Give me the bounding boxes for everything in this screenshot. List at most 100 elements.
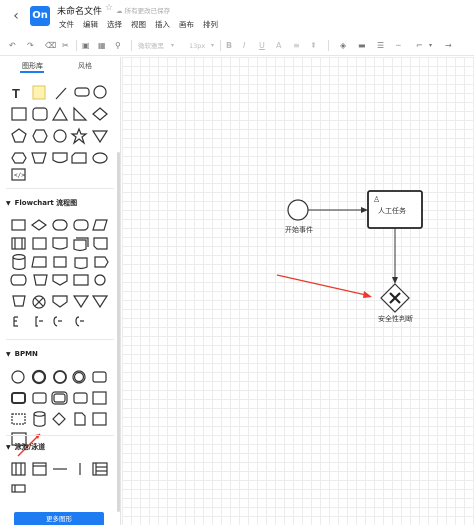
image-icon[interactable]: ▣ bbox=[82, 40, 90, 52]
more-shapes-button[interactable]: 更多图形 bbox=[14, 512, 104, 525]
menu-select[interactable]: 选择 bbox=[107, 19, 122, 30]
fc-offpage-shape[interactable] bbox=[52, 274, 68, 286]
line-color-icon[interactable]: ▬ bbox=[358, 40, 366, 52]
fc-data-shape[interactable] bbox=[92, 219, 108, 231]
fc-manual-operation-shape[interactable] bbox=[33, 274, 48, 286]
fc-offpage-connector-shape[interactable] bbox=[52, 295, 68, 308]
bpmn-intermediate-event-shape[interactable] bbox=[53, 370, 67, 384]
section-header-swimlane[interactable]: ▼ 泳池/泳道 bbox=[6, 442, 45, 452]
inverted-triangle-shape[interactable] bbox=[91, 130, 109, 144]
fc-stored-data-shape[interactable] bbox=[74, 257, 88, 270]
hexagon-shape[interactable] bbox=[32, 129, 48, 143]
start-event-node[interactable] bbox=[287, 199, 309, 221]
fc-extract-shape[interactable] bbox=[91, 295, 109, 309]
fc-brace-shape[interactable] bbox=[53, 316, 62, 327]
bpmn-group-shape[interactable] bbox=[11, 413, 26, 425]
fc-display-shape[interactable] bbox=[73, 274, 89, 286]
menu-edit[interactable]: 编辑 bbox=[83, 19, 98, 30]
fc-annotation-shape[interactable] bbox=[13, 316, 18, 327]
menu-insert[interactable]: 插入 bbox=[155, 19, 170, 30]
line-style-icon[interactable]: ┄ bbox=[396, 40, 401, 52]
fc-connector-shape[interactable] bbox=[94, 274, 106, 286]
bpmn-adhoc-shape[interactable] bbox=[92, 391, 107, 405]
fc-alternate-process-shape[interactable] bbox=[73, 219, 89, 231]
fc-loop-limit-shape[interactable] bbox=[12, 295, 26, 307]
undo-icon[interactable]: ↶ bbox=[9, 40, 16, 52]
align-icon[interactable]: ≡ bbox=[293, 40, 300, 52]
diamond-shape[interactable] bbox=[92, 107, 108, 121]
underline-icon[interactable]: U bbox=[259, 40, 265, 52]
bpmn-event-subprocess-shape[interactable] bbox=[73, 392, 88, 404]
bpmn-data-object-shape[interactable] bbox=[74, 412, 86, 426]
fc-process-shape[interactable] bbox=[11, 219, 26, 231]
line-width-icon[interactable]: ☰ bbox=[377, 40, 384, 52]
diagram-canvas[interactable]: ♙ 开始事件 人工任务 安全性判断 bbox=[122, 57, 474, 525]
triangle-shape[interactable] bbox=[51, 106, 69, 121]
fc-predefined-shape[interactable] bbox=[11, 237, 26, 250]
section-header-bpmn[interactable]: ▼ BPMN bbox=[6, 350, 38, 358]
fc-decision-shape[interactable] bbox=[30, 219, 48, 231]
fill-color-icon[interactable]: ◈ bbox=[340, 40, 346, 52]
pool-horizontal-shape[interactable] bbox=[32, 462, 47, 476]
lane-table-shape[interactable] bbox=[92, 462, 108, 476]
fc-brace-alt-shape[interactable] bbox=[75, 316, 84, 327]
fc-direct-data-shape[interactable] bbox=[10, 274, 27, 286]
fc-annotation-bracket-shape[interactable] bbox=[35, 316, 43, 327]
font-size-select[interactable]: 13px bbox=[189, 40, 205, 52]
italic-icon[interactable]: I bbox=[243, 40, 245, 52]
circle-shape[interactable] bbox=[93, 85, 107, 99]
bpmn-pool-shape[interactable] bbox=[92, 412, 107, 426]
font-family-select[interactable]: 微软雅黑 bbox=[138, 40, 164, 52]
arrow-style-icon[interactable]: → bbox=[445, 40, 452, 52]
font-color-icon[interactable]: A bbox=[276, 40, 281, 52]
section-header-flowchart[interactable]: ▼ Flowchart 流程图 bbox=[6, 198, 77, 208]
pentagon-shape[interactable] bbox=[11, 128, 27, 143]
menu-view[interactable]: 视图 bbox=[131, 19, 146, 30]
fc-delay-shape[interactable] bbox=[94, 256, 109, 268]
bpmn-task-shape[interactable] bbox=[92, 371, 107, 383]
clear-format-icon[interactable]: ✂ bbox=[62, 40, 69, 52]
fc-database-shape[interactable] bbox=[12, 254, 26, 270]
bpmn-end-event-shape[interactable] bbox=[31, 369, 47, 385]
fc-multi-document-shape[interactable] bbox=[73, 237, 89, 252]
rounded-rect-shape[interactable] bbox=[74, 87, 90, 97]
lane-strip-shape[interactable] bbox=[11, 484, 26, 493]
bold-icon[interactable]: B bbox=[226, 40, 232, 52]
line-shape[interactable] bbox=[55, 87, 67, 100]
document-shape[interactable] bbox=[52, 152, 68, 164]
bpmn-gateway-shape[interactable] bbox=[52, 412, 66, 426]
star-icon[interactable]: ☆ bbox=[105, 3, 113, 13]
pool-vertical-shape[interactable] bbox=[11, 462, 26, 476]
ellipse-shape[interactable] bbox=[92, 152, 108, 164]
fc-terminator-shape[interactable] bbox=[52, 219, 68, 231]
menu-file[interactable]: 文件 bbox=[59, 19, 74, 30]
fc-card-shape[interactable] bbox=[93, 237, 108, 250]
connector-icon[interactable]: ⌐ bbox=[416, 40, 423, 52]
document-title[interactable]: 未命名文件 bbox=[57, 4, 102, 17]
table-icon[interactable]: ▦ bbox=[98, 40, 106, 52]
trapezoid-shape[interactable] bbox=[31, 152, 47, 164]
fc-manual-input-shape[interactable] bbox=[31, 256, 47, 268]
bpmn-subprocess-shape[interactable] bbox=[32, 392, 47, 404]
text-shape[interactable]: T bbox=[12, 86, 20, 101]
fc-document-shape[interactable] bbox=[52, 237, 68, 250]
fc-paper-tape-shape[interactable] bbox=[53, 256, 67, 268]
right-triangle-shape[interactable] bbox=[73, 106, 88, 121]
back-icon[interactable]: ‹ bbox=[8, 8, 24, 24]
menu-canvas[interactable]: 画布 bbox=[179, 19, 194, 30]
note-shape[interactable] bbox=[32, 85, 46, 100]
octagon-shape[interactable] bbox=[53, 129, 67, 143]
bpmn-call-activity-shape[interactable] bbox=[11, 392, 26, 404]
bpmn-data-store-shape[interactable] bbox=[33, 411, 46, 427]
text-position-icon[interactable]: ⇞ bbox=[310, 40, 317, 52]
redo-icon[interactable]: ↷ bbox=[27, 40, 34, 52]
hexagon-alt-shape[interactable] bbox=[11, 152, 27, 164]
fc-internal-storage-shape[interactable] bbox=[32, 237, 47, 250]
link-icon[interactable]: ⚲ bbox=[115, 40, 121, 52]
format-painter-icon[interactable]: ⌫ bbox=[45, 40, 56, 52]
fc-merge-shape[interactable] bbox=[72, 295, 90, 309]
rounded-rectangle-shape[interactable] bbox=[32, 107, 48, 121]
star-shape[interactable] bbox=[70, 127, 88, 145]
card-shape[interactable] bbox=[71, 152, 87, 164]
menu-arrange[interactable]: 排列 bbox=[203, 19, 218, 30]
